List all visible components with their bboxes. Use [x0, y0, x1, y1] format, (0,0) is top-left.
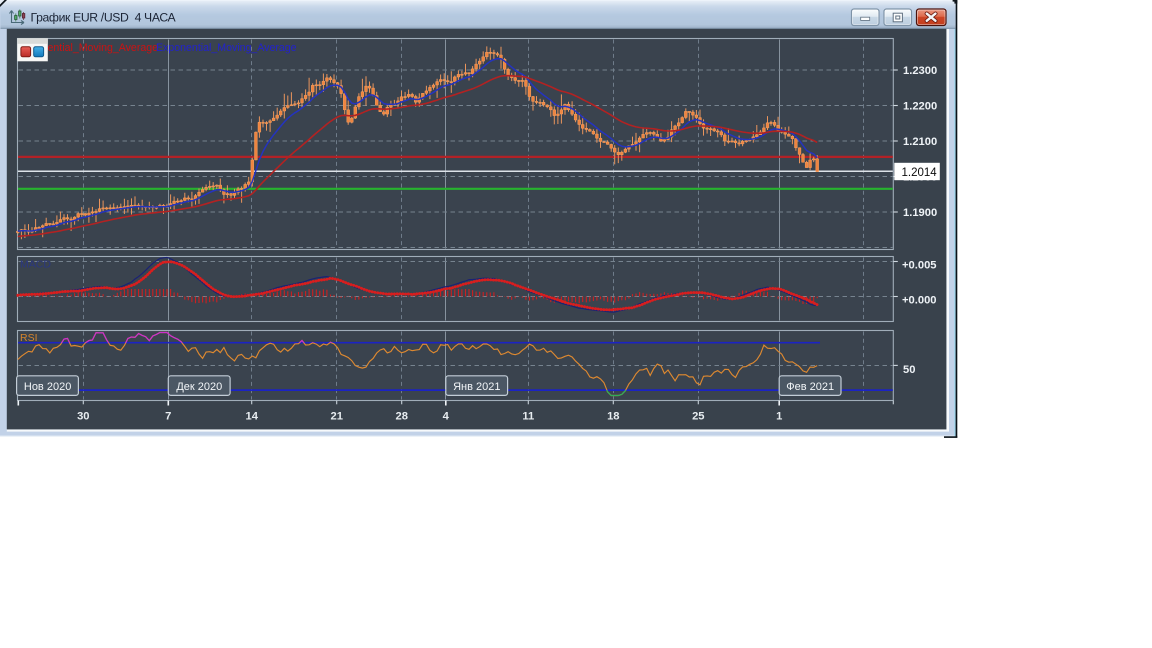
svg-text:21: 21: [330, 411, 342, 423]
svg-text:25: 25: [692, 411, 704, 423]
svg-text:RSI: RSI: [20, 332, 38, 344]
svg-text:Exponential_Moving_Average: Exponential_Moving_Average: [156, 42, 297, 54]
svg-text:График EUR /USD 4 ЧАСА: График EUR /USD 4 ЧАСА: [31, 11, 177, 25]
svg-text:Нов 2020: Нов 2020: [24, 381, 71, 393]
svg-text:1.2100: 1.2100: [903, 136, 937, 148]
svg-text:Янв 2021: Янв 2021: [453, 381, 500, 393]
svg-text:4: 4: [443, 411, 450, 423]
svg-text:14: 14: [245, 411, 258, 423]
svg-text:1.1900: 1.1900: [903, 207, 937, 219]
svg-text:1.2200: 1.2200: [903, 101, 937, 113]
svg-text:MACD: MACD: [20, 259, 51, 271]
svg-text:1: 1: [776, 411, 782, 423]
svg-text:18: 18: [607, 411, 619, 423]
svg-text:Дек 2020: Дек 2020: [176, 381, 222, 393]
svg-text:50: 50: [903, 364, 915, 376]
svg-text:30: 30: [77, 411, 89, 423]
svg-text:7: 7: [165, 411, 171, 423]
svg-text:+0.000: +0.000: [902, 295, 937, 307]
svg-text:Фев 2021: Фев 2021: [786, 381, 834, 393]
svg-text:+0.005: +0.005: [902, 260, 937, 272]
svg-text:ential_Moving_Average: ential_Moving_Average: [48, 42, 159, 54]
svg-text:11: 11: [522, 411, 534, 423]
svg-text:1.2014: 1.2014: [902, 167, 938, 179]
svg-text:28: 28: [395, 411, 407, 423]
svg-text:1.2300: 1.2300: [903, 65, 937, 77]
